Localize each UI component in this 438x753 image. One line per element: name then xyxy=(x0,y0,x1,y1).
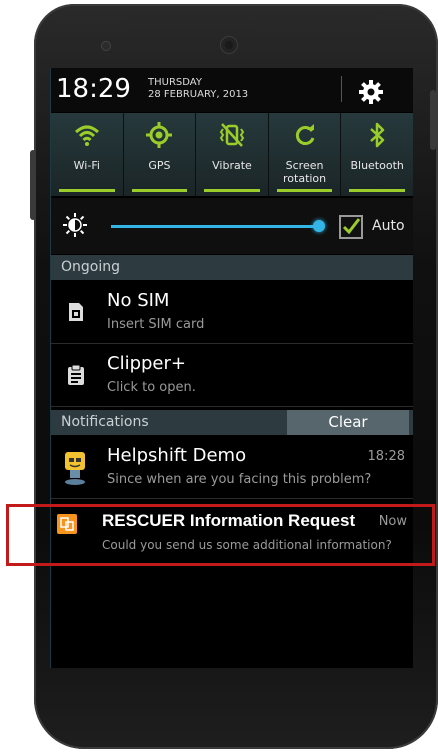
toggle-label: Wi-Fi xyxy=(73,159,100,172)
toggle-screen-rotation[interactable]: Screen rotation xyxy=(268,113,342,196)
brightness-icon xyxy=(63,213,87,237)
date: 28 FEBRUARY, 2013 xyxy=(148,89,249,100)
toggle-label: Vibrate xyxy=(212,159,252,172)
wifi-icon xyxy=(74,125,99,146)
toggle-on-indicator xyxy=(276,189,333,192)
clock: 18:29 xyxy=(56,74,131,104)
power-button xyxy=(430,90,436,150)
toggle-on-indicator xyxy=(349,189,405,192)
toggle-on-indicator xyxy=(131,189,188,192)
notification-title: Clipper+ xyxy=(107,353,186,374)
auto-brightness-label: Auto xyxy=(372,218,405,234)
weekday: THURSDAY xyxy=(148,77,202,88)
notification-clipper[interactable]: Clipper+ Click to open. xyxy=(51,344,413,407)
toggle-on-indicator xyxy=(204,189,260,192)
helpshift-icon xyxy=(65,452,85,485)
notification-shade: 18:29 THURSDAY 28 FEBRUARY, 2013 Wi-Fi G… xyxy=(50,68,413,668)
settings-gear-icon[interactable] xyxy=(357,78,385,106)
brightness-row: Auto xyxy=(51,198,413,254)
sensor-dot xyxy=(102,42,110,50)
status-header: 18:29 THURSDAY 28 FEBRUARY, 2013 xyxy=(51,68,413,112)
check-icon xyxy=(342,218,361,235)
divider xyxy=(341,76,342,102)
clipboard-icon xyxy=(68,364,84,385)
brightness-slider-thumb[interactable] xyxy=(313,220,325,232)
quick-settings: Wi-Fi GPS Vibrate Screen rotation Blueto… xyxy=(51,113,413,196)
notification-title: No SIM xyxy=(107,290,170,311)
sim-icon xyxy=(69,303,83,321)
notification-helpshift[interactable]: Helpshift Demo Since when are you facing… xyxy=(51,436,413,499)
front-camera xyxy=(220,36,238,54)
notification-subtitle: Click to open. xyxy=(107,380,196,395)
notification-subtitle: Since when are you facing this problem? xyxy=(107,472,372,487)
toggle-vibrate[interactable]: Vibrate xyxy=(196,113,269,196)
notifications-section-header: Notifications Clear xyxy=(51,410,413,435)
gps-icon xyxy=(146,122,173,148)
clear-button[interactable]: Clear xyxy=(287,410,409,435)
notification-subtitle: Insert SIM card xyxy=(107,317,205,332)
toggle-gps[interactable]: GPS xyxy=(123,113,197,196)
section-title: Ongoing xyxy=(61,259,120,275)
toggle-label: Bluetooth xyxy=(350,159,404,172)
brightness-slider-track[interactable] xyxy=(111,225,321,228)
toggle-on-indicator xyxy=(59,189,115,192)
highlight-annotation-box xyxy=(6,504,435,566)
auto-brightness-checkbox[interactable] xyxy=(339,215,363,239)
toggle-label: GPS xyxy=(148,159,171,172)
section-title: Notifications xyxy=(61,414,149,430)
toggle-label: Screen rotation xyxy=(283,159,327,185)
bluetooth-icon xyxy=(370,122,385,148)
notification-title: Helpshift Demo xyxy=(107,445,247,466)
toggle-bluetooth[interactable]: Bluetooth xyxy=(341,113,413,196)
ongoing-section-header: Ongoing xyxy=(51,255,413,280)
notification-no-sim[interactable]: No SIM Insert SIM card xyxy=(51,281,413,344)
vibrate-icon xyxy=(219,123,245,147)
toggle-wifi[interactable]: Wi-Fi xyxy=(51,113,124,196)
notification-time: 18:28 xyxy=(367,449,405,464)
volume-button xyxy=(30,150,36,220)
rotation-icon xyxy=(295,124,315,145)
